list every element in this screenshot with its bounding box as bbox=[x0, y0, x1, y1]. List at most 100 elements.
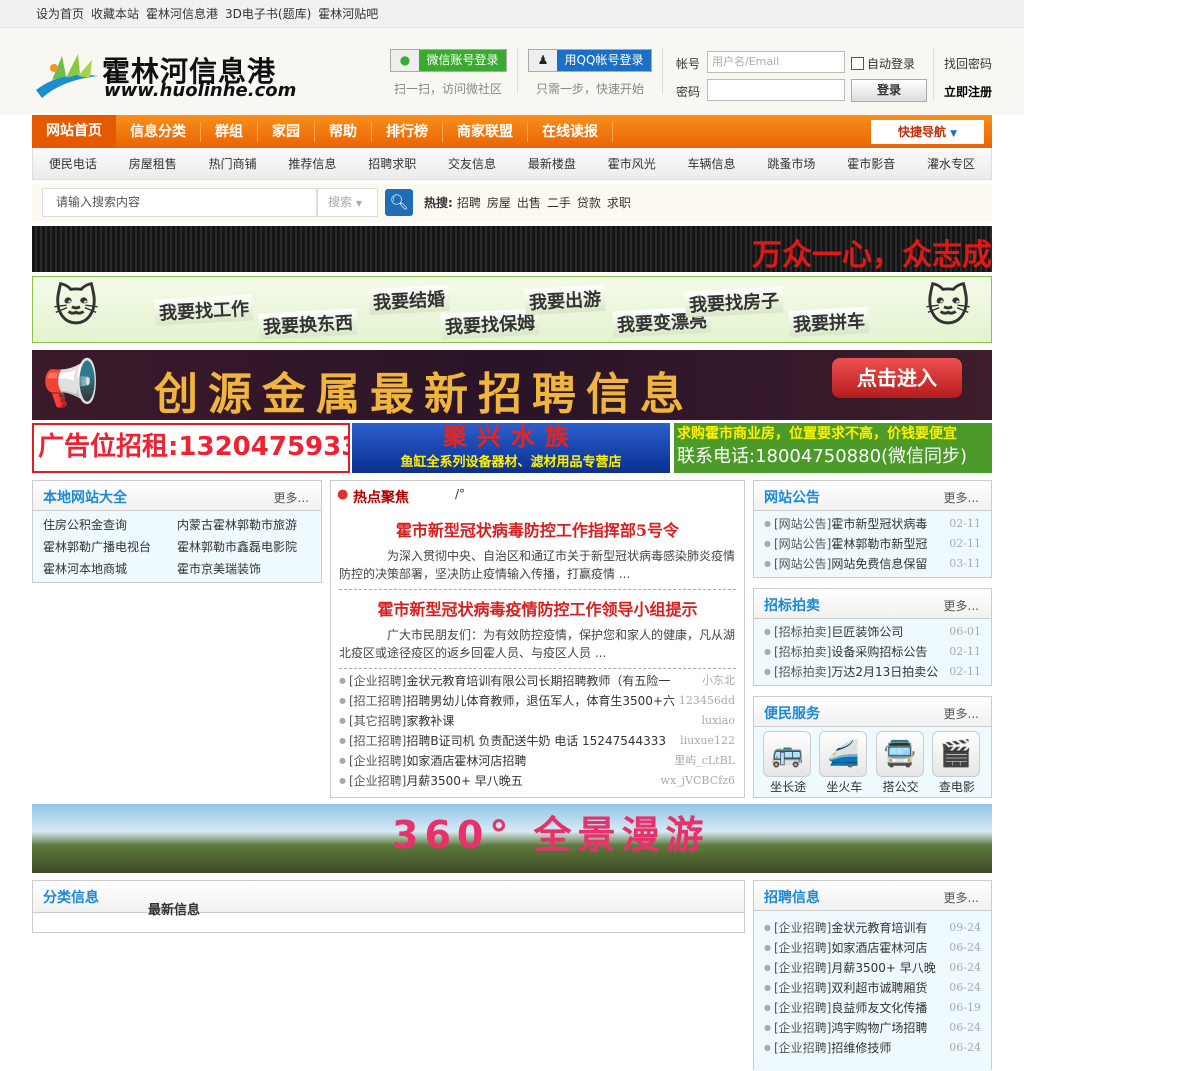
site-link[interactable]: 霍林河本地商城 bbox=[43, 559, 177, 579]
list-item[interactable]: ● [企业招聘] 月薪3500+ 早八晚 06-24 bbox=[754, 958, 991, 978]
nav-home[interactable]: 网站首页 bbox=[32, 115, 116, 148]
recruitment-banner[interactable]: 📢 创源金属最新招聘信息 点击进入 bbox=[32, 350, 992, 420]
item-title[interactable]: 双利超市诚聘厢货 bbox=[831, 978, 943, 998]
item-author[interactable]: liuxue122 bbox=[680, 731, 735, 751]
nav-groups[interactable]: 群组 bbox=[201, 121, 258, 142]
set-homepage-link[interactable]: 设为首页 bbox=[36, 7, 84, 21]
enter-button[interactable]: 点击进入 bbox=[832, 358, 962, 398]
item-author[interactable]: wx_jVCBCfz6 bbox=[661, 771, 735, 791]
subnav-item[interactable]: 推荐信息 bbox=[288, 155, 336, 172]
item-title[interactable]: 良益师友文化传播 bbox=[831, 998, 943, 1018]
slogan-banner[interactable]: 万众一心，众志成 bbox=[32, 226, 992, 272]
subnav-item[interactable]: 车辆信息 bbox=[688, 155, 736, 172]
login-button[interactable]: 登录 bbox=[851, 79, 927, 102]
list-item[interactable]: ● [招工招聘] 招聘男幼儿体育教师，退伍军人，体育生3500+六 123456dd bbox=[331, 691, 744, 711]
list-item[interactable]: ● [网站公告] 霍市新型冠状病毒 02-11 bbox=[754, 514, 991, 534]
more-link[interactable]: 更多... bbox=[944, 489, 979, 506]
site-link[interactable]: 霍林郭勒市鑫磊电影院 bbox=[177, 537, 321, 557]
item-title[interactable]: 金状元教育培训有 bbox=[831, 918, 943, 938]
search-button[interactable]: 🔍︎ bbox=[385, 189, 413, 216]
hot-link[interactable]: 房屋 bbox=[487, 196, 511, 210]
more-link[interactable]: 更多... bbox=[944, 597, 979, 614]
item-title[interactable]: 月薪3500+ 早八晚五 bbox=[406, 771, 660, 791]
item-title[interactable]: 家教补课 bbox=[406, 711, 701, 731]
hot-link[interactable]: 二手 bbox=[547, 196, 571, 210]
list-item[interactable]: ● [招标拍卖] 设备采购招标公告 02-11 bbox=[754, 642, 991, 662]
register-link[interactable]: 立即注册 bbox=[944, 83, 992, 100]
item-title[interactable]: 万达2月13日拍卖公 bbox=[831, 662, 943, 682]
item-title[interactable]: 霍市新型冠状病毒 bbox=[831, 514, 943, 534]
subnav-item[interactable]: 灌水专区 bbox=[927, 155, 975, 172]
subnav-item[interactable]: 便民电话 bbox=[49, 155, 97, 172]
hot-link[interactable]: 求职 bbox=[607, 196, 631, 210]
more-link[interactable]: 更多... bbox=[274, 489, 309, 506]
service-city-bus[interactable]: 🚍 搭公交 bbox=[875, 731, 926, 794]
list-item[interactable]: ● [网站公告] 网站免费信息保留 03-11 bbox=[754, 554, 991, 574]
ad-property-wanted[interactable]: 求购霍市商业房，位置要求不高，价钱要便宜 联系电话:18004750880(微信同… bbox=[674, 423, 992, 473]
item-title[interactable]: 招维修技师 bbox=[831, 1038, 943, 1058]
site-link[interactable]: 霍林郭勒广播电视台 bbox=[43, 537, 177, 557]
list-item[interactable]: ● [企业招聘] 如家酒店霍林河店招聘 里屿_cLtBL bbox=[331, 751, 744, 771]
list-item[interactable]: ● [企业招聘] 金状元教育培训有限公司长期招聘教师（有五险一 小东北 bbox=[331, 671, 744, 691]
item-author[interactable]: 里屿_cLtBL bbox=[674, 751, 735, 771]
list-item[interactable]: ● [企业招聘] 招维修技师 06-24 bbox=[754, 1038, 991, 1058]
nav-ranking[interactable]: 排行榜 bbox=[372, 121, 443, 142]
item-title[interactable]: 如家酒店霍林河店招聘 bbox=[406, 751, 674, 771]
qq-login-button[interactable]: ♟ 用QQ帐号登录 bbox=[528, 49, 652, 72]
news-headline[interactable]: 霍市新型冠状病毒防控工作指挥部5号令 bbox=[331, 517, 744, 541]
tieba-link[interactable]: 霍林河贴吧 bbox=[318, 7, 378, 21]
item-author[interactable]: 小东北 bbox=[702, 671, 735, 691]
list-item[interactable]: ● [企业招聘] 金状元教育培训有 09-24 bbox=[754, 918, 991, 938]
item-title[interactable]: 金状元教育培训有限公司长期招聘教师（有五险一 bbox=[406, 671, 702, 691]
nav-merchants[interactable]: 商家联盟 bbox=[443, 121, 528, 142]
news-headline[interactable]: 霍市新型冠状病毒疫情防控工作领导小组提示 bbox=[331, 596, 744, 620]
list-item[interactable]: ● [招标拍卖] 巨匠装饰公司 06-01 bbox=[754, 622, 991, 642]
service-movie[interactable]: 🎬 查电影 bbox=[931, 731, 982, 794]
item-title[interactable]: 巨匠装饰公司 bbox=[831, 622, 943, 642]
nav-newspaper[interactable]: 在线读报 bbox=[528, 121, 613, 142]
list-item[interactable]: ● [企业招聘] 良益师友文化传播 06-19 bbox=[754, 998, 991, 1018]
item-title[interactable]: 鸿宇购物广场招聘 bbox=[831, 1018, 943, 1038]
item-title[interactable]: 月薪3500+ 早八晚 bbox=[831, 958, 943, 978]
ad-aquarium[interactable]: 聚兴水族 鱼缸全系列设备器材、滤材用品专营店 bbox=[352, 423, 670, 473]
password-input[interactable] bbox=[707, 79, 845, 101]
item-author[interactable]: luxiao bbox=[701, 711, 735, 731]
forgot-password-link[interactable]: 找回密码 bbox=[944, 55, 992, 72]
subnav-item[interactable]: 霍市影音 bbox=[847, 155, 895, 172]
hot-link[interactable]: 招聘 bbox=[457, 196, 481, 210]
item-title[interactable]: 招聘男幼儿体育教师，退伍军人，体育生3500+六 bbox=[406, 691, 679, 711]
nav-help[interactable]: 帮助 bbox=[315, 121, 372, 142]
list-item[interactable]: ● [企业招聘] 鸿宇购物广场招聘 06-24 bbox=[754, 1018, 991, 1038]
item-title[interactable]: 招聘B证司机 负责配送牛奶 电话 15247544333 bbox=[406, 731, 680, 751]
search-input[interactable]: 请输入搜索内容 bbox=[42, 188, 317, 217]
subnav-item[interactable]: 热门商铺 bbox=[209, 155, 257, 172]
subnav-item[interactable]: 房屋租售 bbox=[129, 155, 177, 172]
panorama-banner[interactable]: 360° 全景漫游 bbox=[32, 804, 992, 873]
more-link[interactable]: 更多... bbox=[944, 889, 979, 906]
auto-login-checkbox[interactable]: 自动登录 bbox=[851, 55, 915, 72]
account-input[interactable]: 用户名/Email bbox=[707, 51, 845, 73]
subnav-item[interactable]: 交友信息 bbox=[448, 155, 496, 172]
list-item[interactable]: ● [其它招聘] 家教补课 luxiao bbox=[331, 711, 744, 731]
hot-link[interactable]: 出售 bbox=[517, 196, 541, 210]
list-item[interactable]: ● [企业招聘] 月薪3500+ 早八晚五 wx_jVCBCfz6 bbox=[331, 771, 744, 791]
checkbox[interactable] bbox=[851, 57, 864, 70]
item-author[interactable]: 123456dd bbox=[679, 691, 735, 711]
subnav-item[interactable]: 跳蚤市场 bbox=[767, 155, 815, 172]
item-title[interactable]: 如家酒店霍林河店 bbox=[831, 938, 943, 958]
subnav-item[interactable]: 招聘求职 bbox=[368, 155, 416, 172]
list-item[interactable]: ● [招标拍卖] 万达2月13日拍卖公 02-11 bbox=[754, 662, 991, 682]
bookmark-link[interactable]: 收藏本站 bbox=[91, 7, 139, 21]
ad-rent-slot[interactable]: 广告位招租:13204759339 bbox=[32, 423, 350, 473]
tab-latest[interactable]: 最新信息 bbox=[148, 899, 200, 918]
item-title[interactable]: 霍林郭勒市新型冠 bbox=[831, 534, 943, 554]
hot-link[interactable]: 贷款 bbox=[577, 196, 601, 210]
list-item[interactable]: ● [企业招聘] 如家酒店霍林河店 06-24 bbox=[754, 938, 991, 958]
ebook-link[interactable]: 3D电子书(题库) bbox=[225, 7, 311, 21]
item-title[interactable]: 网站免费信息保留 bbox=[831, 554, 943, 574]
logo[interactable]: 霍林河信息港 www.huolinhe.com bbox=[32, 50, 312, 101]
site-link[interactable]: 住房公积金查询 bbox=[43, 515, 177, 535]
service-train[interactable]: 🚄 坐火车 bbox=[819, 731, 869, 794]
site-link[interactable]: 内蒙古霍林郭勒市旅游 bbox=[177, 515, 321, 535]
quick-nav-dropdown[interactable]: 快捷导航 ▼ bbox=[871, 120, 984, 144]
